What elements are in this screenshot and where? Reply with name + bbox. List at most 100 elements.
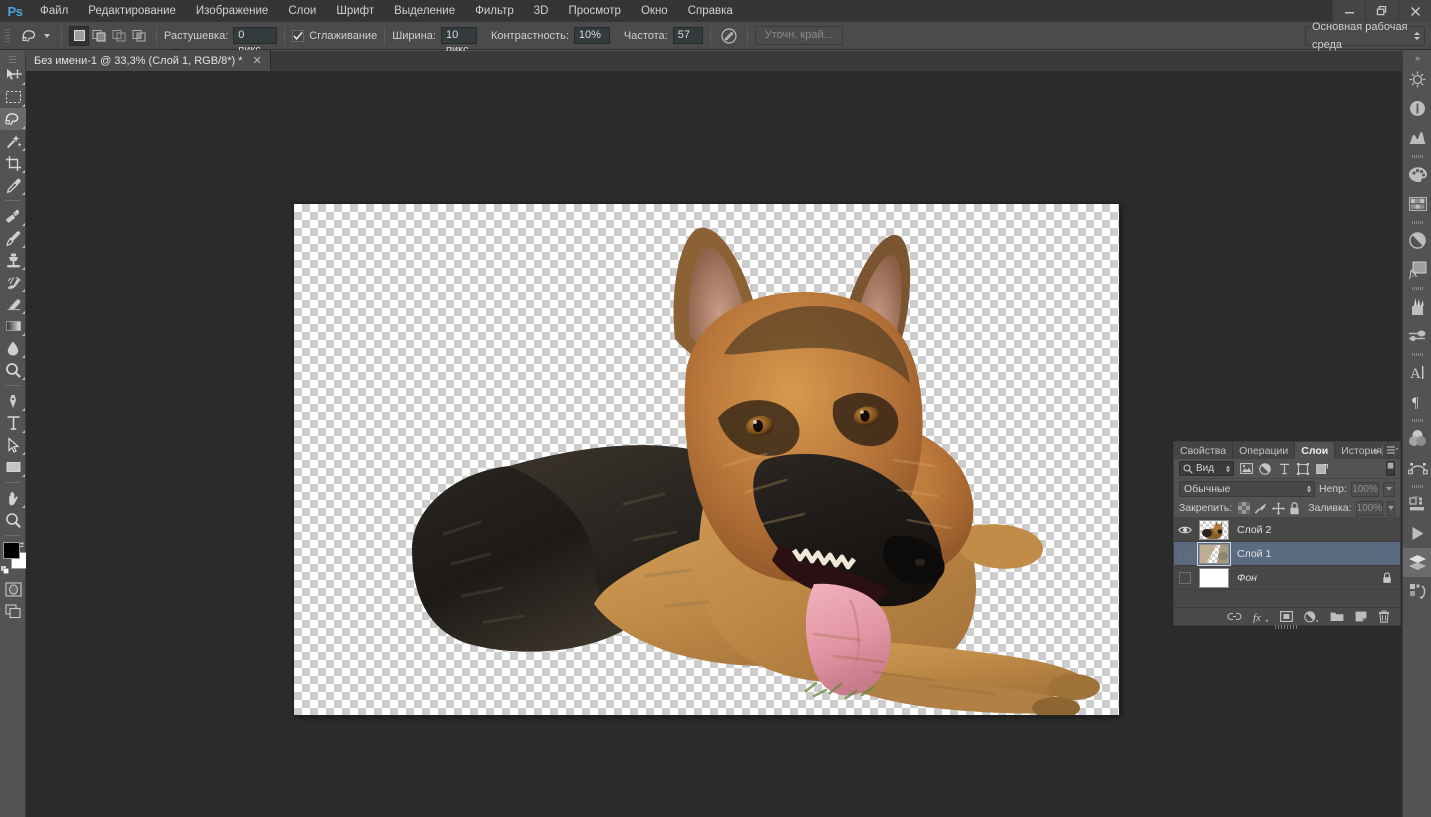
- channels-icon[interactable]: [1403, 424, 1431, 453]
- menu-item-layers[interactable]: Слои: [278, 0, 326, 22]
- reset-colors-icon[interactable]: [1, 566, 9, 574]
- layer-visibility-toggle[interactable]: [1174, 518, 1195, 542]
- fill-dropdown-button[interactable]: [1387, 501, 1395, 516]
- filter-type-icon[interactable]: [1277, 462, 1291, 476]
- layer-name[interactable]: Слой 1: [1233, 548, 1271, 560]
- foreground-color-swatch[interactable]: [3, 542, 20, 559]
- panel-resize-grip[interactable]: [1275, 625, 1299, 629]
- eraser-tool[interactable]: [0, 293, 26, 315]
- layer-thumbnail-cell[interactable]: [1195, 520, 1233, 540]
- menu-item-edit[interactable]: Редактирование: [78, 0, 186, 22]
- intersect-selection-button[interactable]: [129, 26, 149, 46]
- tool-preset-picker[interactable]: [15, 25, 54, 47]
- document-canvas[interactable]: [294, 204, 1119, 715]
- pen-tool[interactable]: [0, 390, 26, 412]
- layer-styles-fx-icon[interactable]: fx: [1403, 255, 1431, 284]
- filter-shape-icon[interactable]: [1296, 462, 1310, 476]
- layer-row[interactable]: Слой 2: [1174, 518, 1400, 542]
- menu-item-filter[interactable]: Фильтр: [465, 0, 524, 22]
- options-bar-grip[interactable]: [4, 25, 12, 47]
- eyedropper-tool[interactable]: [0, 174, 26, 196]
- crop-tool[interactable]: [0, 152, 26, 174]
- new-adjustment-layer-icon[interactable]: [1304, 611, 1319, 623]
- magic-wand-tool[interactable]: [0, 130, 26, 152]
- history-brush-tool[interactable]: [0, 271, 26, 293]
- screen-mode-icon[interactable]: [0, 600, 26, 622]
- tab-layers[interactable]: Слои: [1295, 442, 1335, 459]
- new-selection-button[interactable]: [69, 26, 89, 46]
- rectangle-shape-tool[interactable]: [0, 456, 26, 478]
- layer-visibility-toggle[interactable]: [1174, 542, 1195, 566]
- filter-toggle-switch[interactable]: [1386, 461, 1395, 476]
- add-layer-style-fx-icon[interactable]: fx: [1253, 611, 1269, 623]
- feather-input[interactable]: 0 пикс.: [233, 27, 277, 44]
- opacity-dropdown-button[interactable]: [1383, 482, 1395, 497]
- filter-pixel-icon[interactable]: [1239, 462, 1253, 476]
- menu-item-file[interactable]: Файл: [30, 0, 78, 22]
- layer-row[interactable]: Слой 1: [1174, 542, 1400, 566]
- add-to-selection-button[interactable]: [89, 26, 109, 46]
- delete-layer-icon[interactable]: [1378, 610, 1390, 623]
- filter-adjustment-icon[interactable]: [1258, 462, 1272, 476]
- panel-menu-icon[interactable]: [1387, 446, 1398, 455]
- menu-item-view[interactable]: Просмотр: [558, 0, 631, 22]
- video-play-icon[interactable]: [1403, 519, 1431, 548]
- menu-item-type[interactable]: Шрифт: [326, 0, 384, 22]
- timeline-icon[interactable]: [1403, 490, 1431, 519]
- layer-visibility-toggle[interactable]: [1174, 566, 1195, 590]
- dodge-tool[interactable]: [0, 359, 26, 381]
- link-layers-icon[interactable]: [1227, 612, 1242, 621]
- histogram-icon[interactable]: [1403, 123, 1431, 152]
- antialias-checkbox-row[interactable]: Сглаживание: [292, 30, 377, 42]
- layers-icon[interactable]: [1403, 548, 1431, 577]
- new-group-icon[interactable]: [1330, 611, 1344, 622]
- layer-row[interactable]: Фон: [1174, 566, 1400, 590]
- color-palette-icon[interactable]: [1403, 160, 1431, 189]
- antialias-checkbox[interactable]: [292, 30, 304, 42]
- tab-actions[interactable]: Операции: [1233, 442, 1295, 459]
- brush-settings-icon[interactable]: [1403, 321, 1431, 350]
- add-layer-mask-icon[interactable]: [1280, 611, 1293, 622]
- healing-brush-tool[interactable]: [0, 205, 26, 227]
- brushes-icon[interactable]: [1403, 292, 1431, 321]
- character-icon[interactable]: A: [1403, 358, 1431, 387]
- layer-thumbnail-cell[interactable]: [1195, 544, 1233, 564]
- move-tool[interactable]: [0, 64, 26, 86]
- opacity-input[interactable]: 100%: [1351, 482, 1379, 497]
- brush-tool[interactable]: [0, 227, 26, 249]
- path-selection-tool[interactable]: [0, 434, 26, 456]
- lock-position-icon[interactable]: [1272, 501, 1285, 516]
- menu-item-help[interactable]: Справка: [678, 0, 743, 22]
- layer-thumbnail-cell[interactable]: [1195, 568, 1233, 588]
- clone-stamp-tool[interactable]: [0, 249, 26, 271]
- fill-input[interactable]: 100%: [1356, 501, 1384, 516]
- type-tool[interactable]: [0, 412, 26, 434]
- layer-list[interactable]: Слой 2 Слой 1: [1174, 518, 1400, 607]
- adjustments-brightness-icon[interactable]: [1403, 65, 1431, 94]
- expand-panels-icon[interactable]: »: [1373, 446, 1378, 456]
- close-icon[interactable]: ✕: [253, 54, 262, 67]
- tool-preset-caret[interactable]: [44, 34, 50, 38]
- swatches-icon[interactable]: [1403, 189, 1431, 218]
- lock-all-icon[interactable]: [1289, 501, 1300, 516]
- collapse-panels-icon[interactable]: »: [1403, 51, 1431, 65]
- gradient-tool[interactable]: [0, 315, 26, 337]
- frequency-input[interactable]: 57: [673, 27, 703, 44]
- layer-name[interactable]: Фон: [1233, 572, 1257, 584]
- workspace-selector[interactable]: Основная рабочая среда: [1305, 26, 1425, 46]
- menu-item-select[interactable]: Выделение: [384, 0, 465, 22]
- tab-properties[interactable]: Свойства: [1174, 442, 1233, 459]
- filter-smart-object-icon[interactable]: [1315, 462, 1329, 476]
- hand-tool[interactable]: [0, 487, 26, 509]
- rectangular-marquee-tool[interactable]: [0, 86, 26, 108]
- zoom-tool[interactable]: [0, 509, 26, 531]
- quick-mask-icon[interactable]: [0, 578, 26, 600]
- blur-tool[interactable]: [0, 337, 26, 359]
- layer-name[interactable]: Слой 2: [1233, 524, 1271, 536]
- lasso-tool[interactable]: [0, 108, 26, 130]
- lock-transparent-pixels-icon[interactable]: [1238, 501, 1250, 516]
- pen-pressure-icon[interactable]: [718, 25, 740, 47]
- contrast-input[interactable]: 10%: [574, 27, 610, 44]
- new-layer-icon[interactable]: [1355, 611, 1367, 622]
- blend-mode-select[interactable]: Обычные: [1179, 481, 1315, 497]
